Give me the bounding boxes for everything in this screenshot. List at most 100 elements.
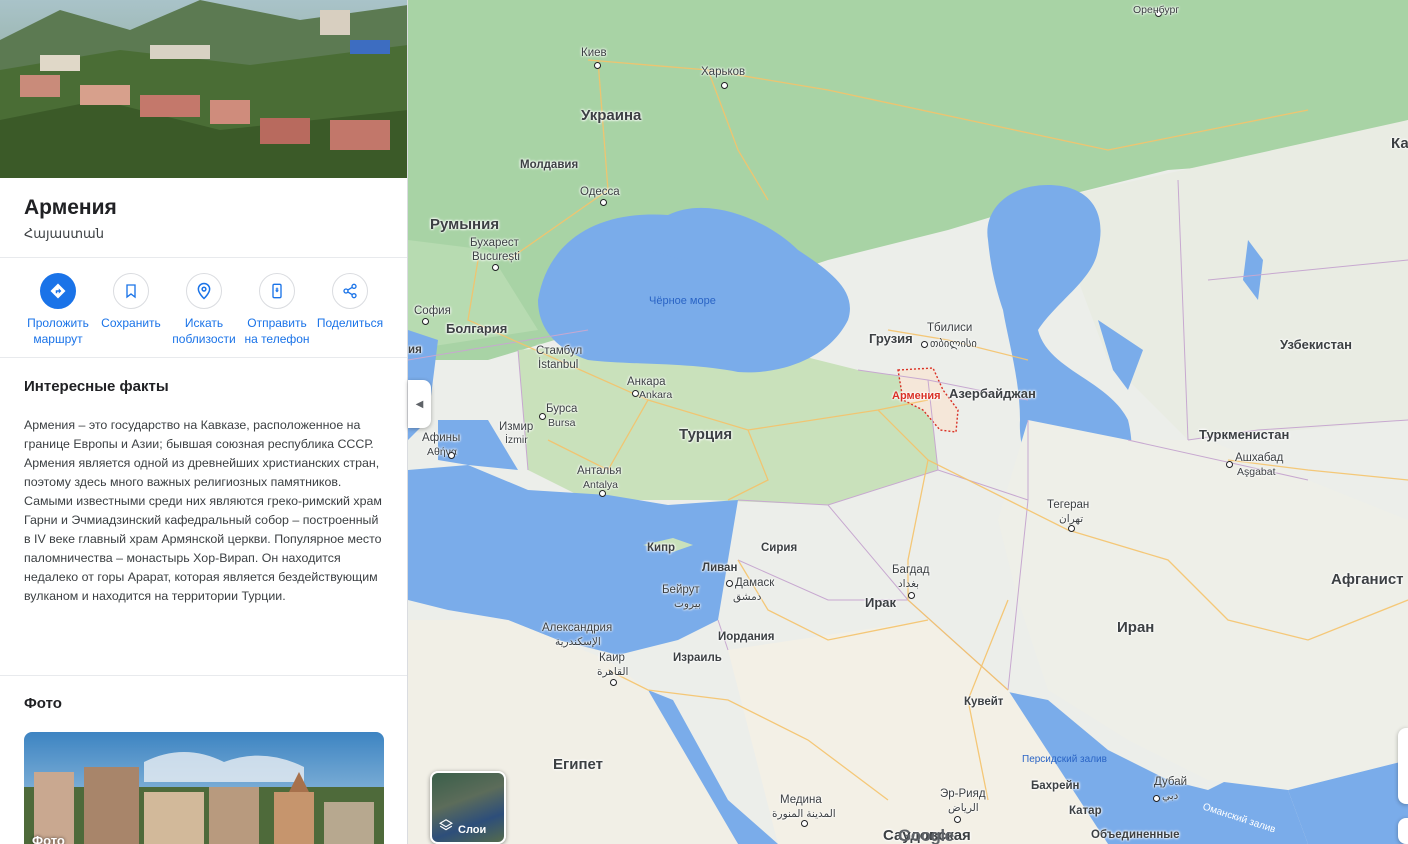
city-dot <box>908 592 915 599</box>
map-label-kazakhstan-edge[interactable]: Ка <box>1391 136 1408 151</box>
directions-icon <box>40 273 76 309</box>
facts-section: Интересные факты Армения – это государст… <box>0 358 407 676</box>
nearby-label: Искать поблизости <box>172 316 236 346</box>
send-to-phone-button[interactable]: Отправить на телефон <box>239 273 315 347</box>
map-city-riyadh[interactable]: Эр-Рияд <box>940 788 986 801</box>
map-city-riyadh-local[interactable]: الرياض <box>948 802 979 815</box>
map-city-bursa[interactable]: Бурса <box>546 403 577 416</box>
map-label-jordan[interactable]: Иордания <box>718 631 774 644</box>
map-label-persian-gulf[interactable]: Персидский залив <box>1022 753 1107 766</box>
nearby-icon <box>186 273 222 309</box>
map-city-bucharest-local[interactable]: București <box>472 251 520 264</box>
city-dot <box>801 820 808 827</box>
city-dot <box>1068 525 1075 532</box>
map-city-ankara-local[interactable]: Ankara <box>639 389 672 402</box>
nearby-button[interactable]: Искать поблизости <box>166 273 242 347</box>
facts-text: Армения – это государство на Кавказе, ра… <box>24 418 382 603</box>
city-dot <box>448 452 455 459</box>
map-city-dubai-local[interactable]: دبي <box>1162 790 1178 803</box>
zoom-control[interactable] <box>1398 728 1408 804</box>
city-dot <box>492 264 499 271</box>
map-city-cairo[interactable]: Каир <box>599 652 625 665</box>
city-dot <box>921 341 928 348</box>
map-label-turkey[interactable]: Турция <box>679 427 732 442</box>
map-label-armenia[interactable]: Армения <box>892 390 941 403</box>
map-city-orenburg[interactable]: Оренбург <box>1133 4 1179 17</box>
map-city-tbilisi[interactable]: Тбилиси <box>927 322 972 335</box>
map-label-afghanistan[interactable]: Афганист <box>1331 572 1404 587</box>
map-city-alexandria-local[interactable]: الإسكندرية <box>555 636 601 649</box>
map-city-alexandria[interactable]: Александрия <box>542 622 612 635</box>
map-label-bahrain[interactable]: Бахрейн <box>1031 780 1080 793</box>
map-label-bulgaria[interactable]: Болгария <box>446 322 507 335</box>
city-dot <box>721 82 728 89</box>
layers-button[interactable]: Слои <box>430 771 506 844</box>
google-logo: Google <box>898 826 954 844</box>
map-label-ukraine[interactable]: Украина <box>581 108 641 123</box>
map-city-kharkiv[interactable]: Харьков <box>701 66 745 79</box>
directions-button[interactable]: Проложить маршрут <box>20 273 96 347</box>
map-label-romania[interactable]: Румыния <box>430 217 499 232</box>
map-canvas[interactable]: Украина Румыния Молдавия Болгария Грузия… <box>408 0 1408 844</box>
map-city-sofia[interactable]: София <box>414 305 451 318</box>
map-label-syria[interactable]: Сирия <box>761 542 797 555</box>
photo-card-label: Фото <box>32 833 65 844</box>
bookmark-icon <box>113 273 149 309</box>
map-city-antalya[interactable]: Анталья <box>577 465 621 478</box>
map-label-israel[interactable]: Израиль <box>673 652 722 665</box>
map-city-tehran[interactable]: Тегеран <box>1047 499 1089 512</box>
map-city-bucharest[interactable]: Бухарест <box>470 237 519 250</box>
layers-label: Слои <box>458 824 487 836</box>
collapse-panel-button[interactable]: ◀ <box>408 380 431 428</box>
map-city-damascus[interactable]: Дамаск <box>735 577 774 590</box>
map-label-uzbekistan[interactable]: Узбекистан <box>1280 338 1352 351</box>
map-city-damascus-local[interactable]: دمشق <box>733 591 761 604</box>
map-label-kuwait[interactable]: Кувейт <box>964 696 1003 709</box>
map-city-dubai[interactable]: Дубай <box>1154 776 1187 789</box>
map-city-beirut[interactable]: Бейрут <box>662 584 700 597</box>
map-city-cairo-local[interactable]: القاهرة <box>597 666 628 679</box>
save-button[interactable]: Сохранить <box>93 273 169 331</box>
photo-card[interactable]: Фото <box>24 732 384 844</box>
hero-photo[interactable] <box>0 0 407 178</box>
map-city-baghdad[interactable]: Багдад <box>892 564 929 577</box>
map-city-tbilisi-local[interactable]: თბილისი <box>930 338 977 351</box>
map-city-odesa[interactable]: Одесса <box>580 186 620 199</box>
map-label-lebanon[interactable]: Ливан <box>702 562 737 575</box>
map-city-ashgabat[interactable]: Ашхабад <box>1235 452 1283 465</box>
map-label-cyprus[interactable]: Кипр <box>647 542 675 555</box>
map-city-medina[interactable]: Медина <box>780 794 822 807</box>
map-city-ankara[interactable]: Анкара <box>627 376 666 389</box>
map-city-kyiv[interactable]: Киев <box>581 47 607 60</box>
map-label-egypt[interactable]: Египет <box>553 757 603 772</box>
chevron-left-icon: ◀ <box>415 398 424 410</box>
pegman-control[interactable] <box>1398 818 1408 844</box>
city-dot <box>539 413 546 420</box>
map-label-azerbaijan[interactable]: Азербайджан <box>949 387 1036 400</box>
map-city-istanbul[interactable]: Стамбул <box>536 345 582 358</box>
city-dot <box>1153 795 1160 802</box>
map-label-iran[interactable]: Иран <box>1117 620 1154 635</box>
share-button[interactable]: Поделиться <box>312 273 388 331</box>
city-dot <box>600 199 607 206</box>
map-city-baghdad-local[interactable]: بغداد <box>898 578 919 591</box>
map-label-black-sea[interactable]: Чёрное море <box>649 295 716 308</box>
map-city-athens[interactable]: Афины <box>422 432 460 445</box>
map-label-georgia[interactable]: Грузия <box>869 332 913 345</box>
city-dot <box>726 580 733 587</box>
map-city-izmir-local[interactable]: İzmir <box>505 434 528 447</box>
map-city-bursa-local[interactable]: Bursa <box>548 417 575 430</box>
map-city-izmir[interactable]: Измир <box>499 421 533 434</box>
map-label-qatar[interactable]: Катар <box>1069 805 1102 818</box>
map-label-uae[interactable]: Объединенные <box>1091 829 1180 842</box>
map-city-ashgabat-local[interactable]: Aşgabat <box>1237 466 1276 479</box>
map-label-iraq[interactable]: Ирак <box>865 596 896 609</box>
map-city-istanbul-local[interactable]: İstanbul <box>538 359 578 372</box>
map-label-turkmenistan[interactable]: Туркменистан <box>1199 428 1289 441</box>
map-city-beirut-local[interactable]: بيروت <box>674 598 701 611</box>
map-label-greece-edge[interactable]: ия <box>408 344 422 357</box>
directions-label: Проложить маршрут <box>27 316 89 346</box>
map-label-moldova[interactable]: Молдавия <box>520 159 578 172</box>
place-native-name: Հայաստան <box>24 226 104 241</box>
city-dot <box>1226 461 1233 468</box>
